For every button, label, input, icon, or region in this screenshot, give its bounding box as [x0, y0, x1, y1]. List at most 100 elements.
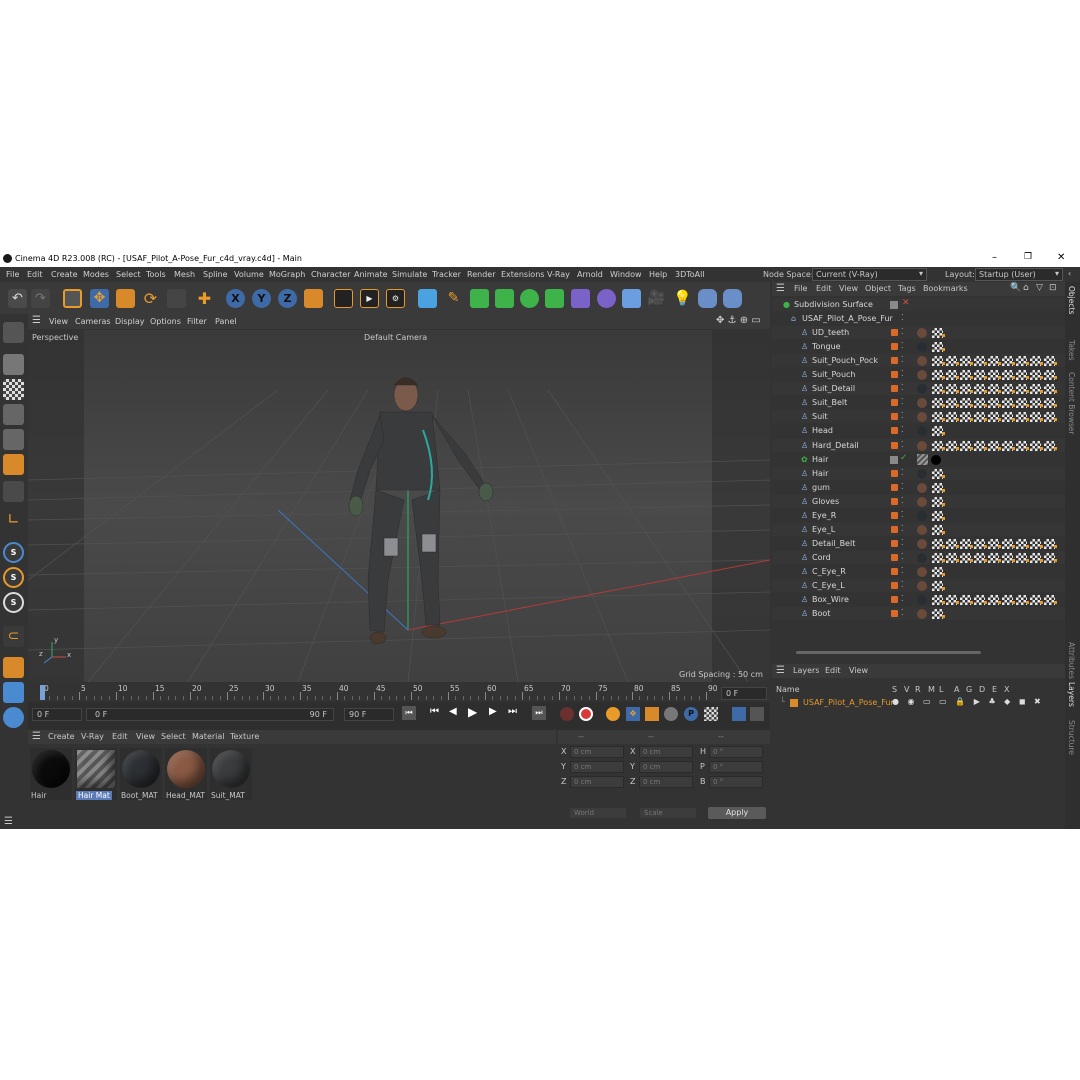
material-tag[interactable] [917, 581, 927, 591]
object-name[interactable]: Eye_L [812, 525, 835, 534]
go-to-end-icon[interactable]: ⏭ [532, 706, 546, 720]
layer-column-m[interactable]: M [928, 685, 935, 694]
viewport-menu-cameras[interactable]: Cameras [75, 317, 111, 326]
layer-menu-view[interactable]: View [849, 666, 868, 675]
z-axis-icon[interactable]: Z [278, 289, 297, 308]
object-name[interactable]: Cord [812, 553, 831, 562]
menu-window[interactable]: Window [610, 270, 642, 279]
menu-overflow-icon[interactable]: ‹ [1068, 269, 1071, 278]
layer-column-s[interactable]: S [892, 685, 897, 694]
menu-animate[interactable]: Animate [354, 270, 388, 279]
restore-button[interactable]: ❐ [1024, 252, 1032, 262]
object-name[interactable]: C_Eye_L [812, 581, 845, 590]
layer-menu-icon[interactable]: ☰ [776, 665, 785, 676]
material-tag[interactable] [917, 412, 927, 422]
side-tab-content-browser[interactable]: Content Browser [1067, 372, 1076, 435]
object-name[interactable]: C_Eye_R [812, 567, 846, 576]
material-tag[interactable] [917, 384, 927, 394]
object-row[interactable]: ♙ Box_Wire ⁚ [772, 593, 1065, 606]
material-suit-mat[interactable]: Suit_MAT [210, 748, 252, 800]
subdivision-icon[interactable] [470, 289, 489, 308]
current-frame-field[interactable]: 0 F [721, 687, 767, 700]
material-tag[interactable] [917, 483, 927, 493]
layer-color-dot[interactable] [891, 385, 898, 392]
status-menu-icon[interactable]: ☰ [4, 816, 13, 827]
live-selection-icon[interactable] [63, 289, 82, 308]
object-row[interactable]: ♙ Eye_L ⁚ [772, 523, 1065, 536]
lock-workplane-icon[interactable] [3, 707, 24, 728]
layer-column-g[interactable]: G [966, 685, 972, 694]
visibility-dots-icon[interactable]: ⁚ [901, 341, 904, 350]
go-to-start-icon[interactable]: ⏮ [402, 706, 416, 720]
object-row[interactable]: ♙ Gloves ⁚ [772, 495, 1065, 508]
material-boot-mat[interactable]: Boot_MAT [120, 748, 162, 800]
material-tag[interactable] [917, 525, 927, 535]
scale-icon[interactable] [116, 289, 135, 308]
disable-x-icon[interactable]: ✕ [902, 298, 910, 308]
material-tag[interactable] [917, 567, 927, 577]
object-name[interactable]: Tongue [812, 342, 841, 351]
camera-icon[interactable]: 🎥 [647, 289, 666, 308]
menu-volume[interactable]: Volume [234, 270, 264, 279]
coordinate-space-select[interactable]: World [570, 808, 626, 818]
visibility-dots-icon[interactable]: ⁚ [901, 496, 904, 505]
material-tag[interactable] [917, 441, 927, 451]
menu-mograph[interactable]: MoGraph [269, 270, 305, 279]
enable-check-icon[interactable] [890, 301, 898, 309]
layer-switch-icons[interactable]: ● ◉ ▭ ▭ 🔒 ▶ ♣ ◆ ◼ ✖ [892, 697, 1044, 706]
material-tag[interactable] [917, 511, 927, 521]
object-row[interactable]: ⌂ USAF_Pilot_A_Pose_Fur ⁚ [772, 312, 1065, 325]
layer-color-dot[interactable] [891, 371, 898, 378]
visibility-dots-icon[interactable]: ⁚ [901, 397, 904, 406]
layer-color-dot[interactable] [891, 554, 898, 561]
menu-tools[interactable]: Tools [146, 270, 166, 279]
object-name[interactable]: Head [812, 426, 833, 435]
pen-icon[interactable]: ✎ [444, 289, 463, 308]
layer-column-r[interactable]: R [915, 685, 921, 694]
visibility-dots-icon[interactable]: ⁚ [901, 538, 904, 547]
material-tag[interactable] [917, 342, 927, 352]
start-frame-field[interactable]: 0 F [32, 708, 82, 721]
render-view-icon[interactable]: ▶ [360, 289, 379, 308]
menu-3dtoall[interactable]: 3DToAll [675, 270, 705, 279]
viewport-menu-display[interactable]: Display [115, 317, 145, 326]
material-tag[interactable] [917, 539, 927, 549]
new-window-icon[interactable]: ⊡ [1049, 283, 1057, 293]
material-tag[interactable] [917, 328, 927, 338]
layer-color-dot[interactable] [891, 442, 898, 449]
object-row[interactable]: ♙ UD_teeth ⁚ [772, 326, 1065, 339]
undo-icon[interactable]: ↶ [8, 289, 27, 308]
viewport-menu-panel[interactable]: Panel [215, 317, 237, 326]
field-icon[interactable] [597, 289, 616, 308]
coordinate-field[interactable]: 0 cm [639, 761, 693, 773]
object-name[interactable]: Suit_Pouch [812, 370, 855, 379]
play-icon[interactable]: ▶ [468, 705, 477, 719]
side-tab-objects[interactable]: Objects [1067, 286, 1076, 314]
object-name[interactable]: Box_Wire [812, 595, 849, 604]
extrude-icon[interactable] [495, 289, 514, 308]
search-icon[interactable]: 🔍 [1010, 283, 1021, 293]
viewport-menu-view[interactable]: View [49, 317, 68, 326]
object-scrollbar[interactable] [796, 651, 981, 654]
light-icon[interactable]: 💡 [673, 289, 692, 308]
coordinate-field[interactable]: 0 cm [570, 761, 624, 773]
material-tag[interactable] [917, 469, 927, 479]
layer-color-dot[interactable] [891, 568, 898, 575]
menu-extensions[interactable]: Extensions [501, 270, 544, 279]
layer-column-name[interactable]: Name [776, 685, 800, 694]
visibility-dots-icon[interactable]: ⁚ [901, 383, 904, 392]
object-row[interactable]: ● Subdivision Surface ✕ [772, 298, 1065, 311]
object-name[interactable]: gum [812, 483, 830, 492]
visibility-dots-icon[interactable]: ⁚ [901, 369, 904, 378]
object-row[interactable]: ♙ Boot ⁚ [772, 607, 1065, 620]
magnet-icon[interactable]: ⊂ [3, 626, 24, 647]
visibility-dots-icon[interactable]: ⁚ [901, 425, 904, 434]
layer-column-x[interactable]: X [1004, 685, 1009, 694]
object-row[interactable]: ♙ C_Eye_R ⁚ [772, 565, 1065, 578]
layer-color-dot[interactable] [891, 357, 898, 364]
mograph-icon[interactable] [520, 289, 539, 308]
coordinate-system-icon[interactable] [304, 289, 323, 308]
snap-settings-icon[interactable]: S [3, 567, 24, 588]
layer-column-d[interactable]: D [979, 685, 985, 694]
viewport-menu-filter[interactable]: Filter [187, 317, 207, 326]
